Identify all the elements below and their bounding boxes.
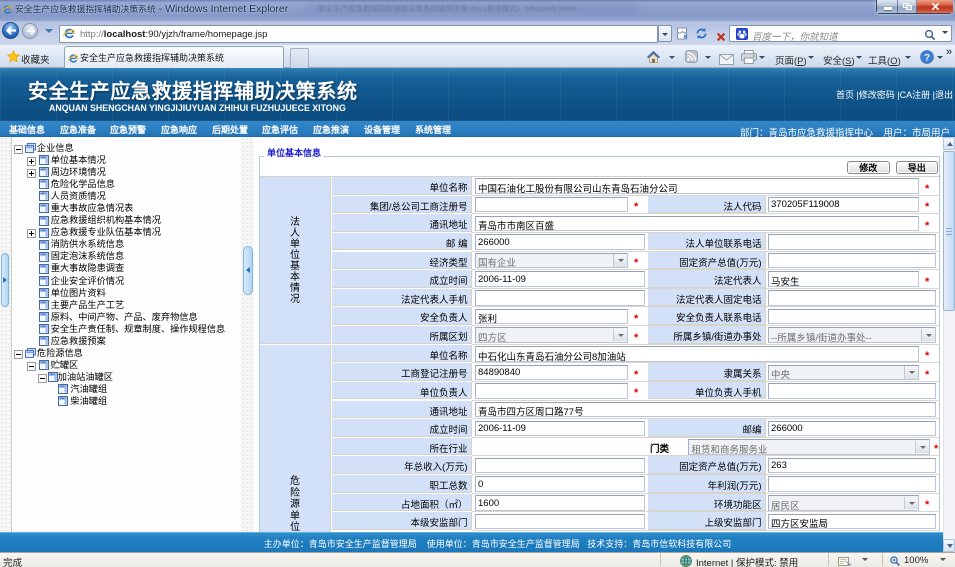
svg-text:?: ? [924,52,930,63]
